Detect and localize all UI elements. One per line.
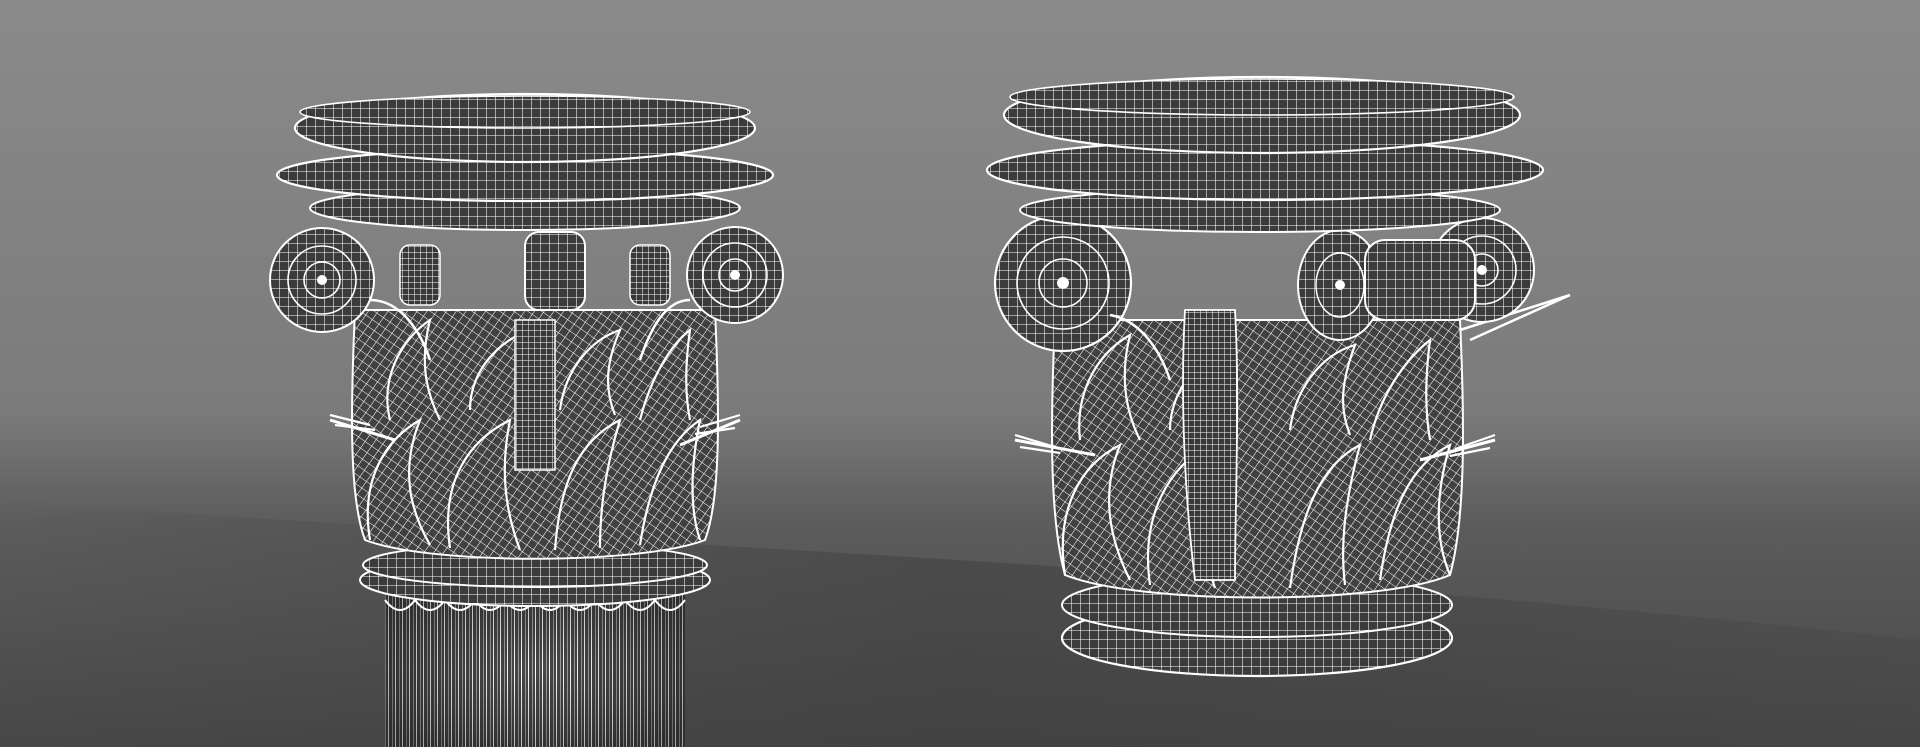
wireframe-scene [0, 0, 1920, 747]
3d-wireframe-viewport [0, 0, 1920, 747]
acanthus-bell [1051, 319, 1464, 599]
